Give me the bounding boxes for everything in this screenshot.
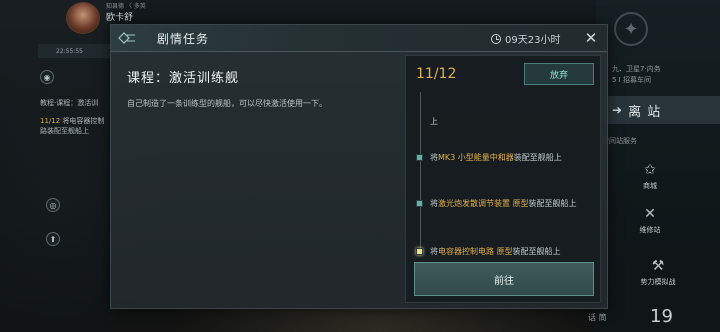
step-item-name: 激光炮发散调节装置 原型 bbox=[438, 199, 529, 208]
course-description: 自己制造了一条训练型的舰船，可以尽快激活使用一下。 bbox=[127, 99, 327, 108]
step-partial-text: 上 bbox=[430, 117, 438, 126]
step-pre: 将 bbox=[430, 153, 438, 162]
step-text: 将MK3 小型能量中和器装配至舰船上 bbox=[430, 152, 586, 163]
step-text: 将电容器控制电路 原型装配至舰船上 bbox=[430, 246, 586, 257]
step-pre: 将 bbox=[430, 247, 438, 256]
dialog-header: 剧情任务 09天23小时 ✕ bbox=[111, 25, 607, 52]
station-emblem-icon: ✦ bbox=[614, 12, 648, 46]
service-label: 商城 bbox=[643, 182, 657, 190]
task-steps-panel[interactable]: 11/12 放弃 上 将MK3 小型能量中和器装配至舰船上 将激光炮发散调节装置… bbox=[405, 55, 601, 303]
star-icon: ✩ bbox=[644, 162, 656, 178]
step-post: 装配至舰船上 bbox=[512, 247, 561, 256]
target-icon[interactable]: ◎ bbox=[46, 198, 60, 212]
timer-text: 09天23小时 bbox=[505, 35, 561, 46]
step-item-name: MK3 小型能量中和器 bbox=[438, 153, 514, 162]
depart-arrow-icon: ➜ bbox=[612, 103, 623, 117]
step-done-marker bbox=[416, 154, 423, 161]
player-name: 欧卡舒 bbox=[106, 13, 134, 23]
step-post: 装配至舰船上 bbox=[528, 199, 577, 208]
step-done-marker bbox=[416, 200, 423, 207]
wrench-icon: ✕ bbox=[644, 206, 656, 222]
player-avatar[interactable] bbox=[66, 2, 100, 34]
course-title: 课程：激活训练舰 bbox=[127, 71, 240, 86]
step-item-name: 电容器控制电路 原型 bbox=[438, 247, 513, 256]
mission-icon bbox=[117, 29, 137, 47]
station-info-line1: 九、卫星7·内务 bbox=[612, 65, 661, 73]
step-post: 装配至舰船上 bbox=[513, 153, 562, 162]
timeline-line bbox=[420, 92, 421, 254]
step-pre: 将 bbox=[430, 199, 438, 208]
depart-label: 离 站 bbox=[628, 104, 662, 120]
left-task-tracker[interactable]: 教程·课程：激活训 11/12 将电容器控制路装配至舰船上 bbox=[40, 98, 110, 136]
step-text: 将激光炮发散调节装置 原型装配至舰船上 bbox=[430, 198, 586, 209]
service-label: 势力模拟战 bbox=[640, 278, 676, 286]
bottom-label: 话 筒 bbox=[588, 313, 607, 322]
bottom-counter: 19 bbox=[650, 306, 673, 327]
mission-timer: 09天23小时 bbox=[491, 31, 560, 46]
station-info-line2: 5 I 招募车间 bbox=[612, 76, 651, 84]
service-repair-button[interactable]: ✕ 维修站 bbox=[630, 206, 670, 235]
clock-icon bbox=[491, 33, 501, 44]
left-task-progress: 11/12 bbox=[40, 117, 61, 125]
dialog-title: 剧情任务 bbox=[157, 32, 210, 46]
service-shop-button[interactable]: ✩ 商城 bbox=[630, 162, 670, 191]
abandon-button[interactable]: 放弃 bbox=[524, 63, 594, 85]
hammer-icon: ⚒ bbox=[651, 258, 665, 274]
left-task-heading: 教程·课程：激活训 bbox=[40, 99, 99, 107]
service-sim-button[interactable]: ⚒ 势力模拟战 bbox=[628, 258, 688, 287]
hud-time: 22:55:55 bbox=[56, 48, 83, 55]
location-icon[interactable]: ◉ bbox=[40, 70, 54, 84]
service-label: 维修站 bbox=[639, 226, 661, 234]
story-mission-dialog: 剧情任务 09天23小时 ✕ 课程：激活训练舰 自己制造了一条训练型的舰船，可以… bbox=[110, 24, 608, 309]
upload-icon[interactable]: ⬆ bbox=[46, 232, 60, 246]
step-current-marker bbox=[416, 248, 423, 255]
go-button[interactable]: 前往 bbox=[414, 262, 594, 296]
depart-button[interactable]: ➜ 离 站 bbox=[604, 96, 720, 124]
player-tag: 知县德 〈 多英 bbox=[106, 3, 146, 10]
close-button[interactable]: ✕ bbox=[581, 28, 601, 48]
step-progress: 11/12 bbox=[416, 66, 457, 82]
